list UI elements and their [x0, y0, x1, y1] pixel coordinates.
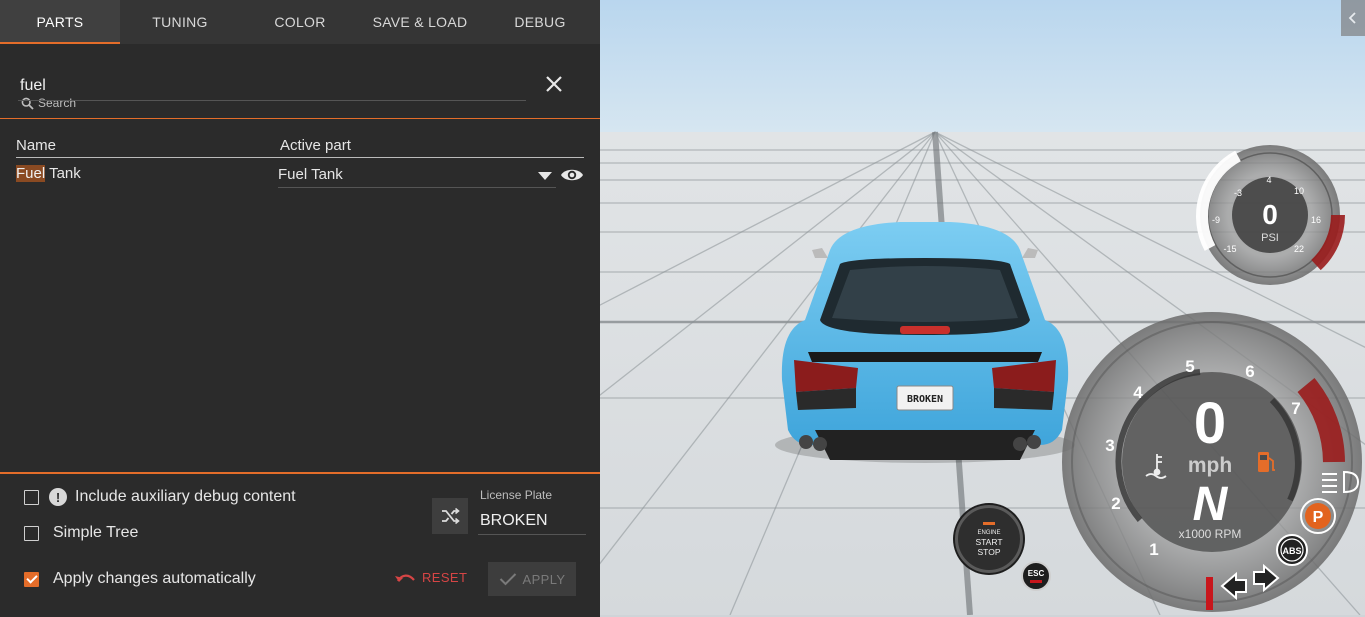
- rpm-tick-label: 6: [1245, 362, 1254, 381]
- engine-button-line3: STOP: [977, 546, 1001, 557]
- include-debug-label: Include auxiliary debug content: [75, 488, 296, 505]
- boost-tick-label: -3: [1234, 188, 1242, 198]
- visibility-toggle-button[interactable]: [560, 165, 584, 185]
- tab-parts[interactable]: PARTS: [0, 0, 120, 44]
- collapse-panel-button[interactable]: [1341, 0, 1365, 36]
- close-icon: [546, 76, 562, 92]
- boost-gauge: -3 4 10 -9 16 -15 22 0 PSI: [1196, 145, 1345, 285]
- part-name-rest: Tank: [45, 165, 81, 182]
- search-highlight: Fuel: [16, 165, 46, 182]
- rpm-tick-label: 3: [1105, 436, 1114, 455]
- license-plate-label: License Plate: [480, 488, 553, 502]
- tab-bar: PARTS TUNING COLOR SAVE & LOAD DEBUG: [0, 0, 600, 44]
- simple-tree-checkbox[interactable]: [24, 525, 39, 541]
- parking-label: P: [1313, 509, 1324, 526]
- apply-auto-label: Apply changes automatically: [53, 570, 256, 587]
- tab-debug[interactable]: DEBUG: [480, 0, 600, 44]
- parking-brake-indicator: P: [1300, 498, 1336, 534]
- tab-save-load[interactable]: SAVE & LOAD: [360, 0, 480, 44]
- sky: [600, 0, 1365, 132]
- speed-unit: mph: [1188, 454, 1232, 477]
- esc-label: ESC: [1027, 569, 1045, 578]
- rpm-tick-label: 1: [1149, 540, 1158, 559]
- esc-button[interactable]: ESC: [1021, 561, 1051, 591]
- table-row: Fuel Tank Fuel Tank: [16, 163, 584, 189]
- options-footer: ! Include auxiliary debug content Simple…: [0, 472, 600, 617]
- car-plate-text: BROKEN: [907, 394, 943, 405]
- apply-label: APPLY: [522, 571, 566, 587]
- clear-search-button[interactable]: [542, 72, 566, 96]
- boost-tick-label: -9: [1212, 215, 1220, 225]
- apply-auto-option[interactable]: Apply changes automatically: [24, 570, 256, 588]
- check-icon: [499, 573, 516, 586]
- reset-label: RESET: [422, 570, 468, 585]
- simple-tree-option[interactable]: Simple Tree: [24, 524, 138, 542]
- boost-unit: PSI: [1261, 232, 1279, 244]
- chevron-down-icon: [538, 172, 552, 180]
- active-part-value: Fuel Tank: [278, 166, 343, 183]
- randomize-plate-button[interactable]: [432, 498, 468, 534]
- tab-tuning[interactable]: TUNING: [120, 0, 240, 44]
- rpm-tick-label: 4: [1133, 383, 1143, 402]
- reset-button[interactable]: RESET: [394, 570, 467, 585]
- undo-icon: [395, 574, 415, 582]
- engine-start-stop-button[interactable]: ENGINE START STOP: [955, 505, 1023, 573]
- engine-button-line2: START: [975, 536, 1003, 547]
- part-name: Fuel Tank: [16, 165, 81, 182]
- rpm-tick-label: 5: [1185, 357, 1194, 376]
- include-debug-option[interactable]: ! Include auxiliary debug content: [24, 488, 296, 506]
- parts-table-header: Name Active part: [16, 137, 584, 158]
- boost-tick-label: 16: [1311, 215, 1321, 225]
- active-part-dropdown[interactable]: Fuel Tank: [278, 163, 556, 188]
- apply-auto-checkbox[interactable]: [24, 571, 39, 587]
- search-input[interactable]: [18, 72, 526, 101]
- chevron-left-icon: [1348, 12, 1356, 24]
- column-header-name: Name: [16, 137, 57, 154]
- apply-button[interactable]: APPLY: [488, 562, 576, 596]
- rpm-tick-label: 7: [1291, 399, 1300, 418]
- parts-panel: PARTS TUNING COLOR SAVE & LOAD DEBUG Sea…: [0, 0, 600, 617]
- abs-label: ABS: [1282, 546, 1301, 556]
- warning-icon: !: [49, 488, 67, 506]
- rpm-tick-label: 2: [1111, 494, 1120, 513]
- tab-color[interactable]: COLOR: [240, 0, 360, 44]
- boost-tick-label: -15: [1223, 244, 1236, 254]
- boost-tick-label: 4: [1266, 175, 1271, 185]
- shuffle-icon: [442, 507, 460, 525]
- license-plate-input[interactable]: [478, 508, 586, 535]
- boost-tick-label: 10: [1294, 186, 1304, 196]
- gear-indicator: N: [1193, 478, 1229, 531]
- esc-indicator-light: [1030, 580, 1042, 583]
- speed-value: 0: [1194, 391, 1226, 456]
- speedometer: 1 2 3 4 5 6 7 0 mph N x1000 RPM: [1062, 312, 1362, 612]
- boost-tick-label: 22: [1294, 244, 1304, 254]
- engine-button-line1: ENGINE: [977, 529, 1001, 536]
- rpm-unit: x1000 RPM: [1179, 527, 1242, 541]
- abs-indicator: ABS: [1276, 534, 1308, 566]
- boost-value: 0: [1262, 199, 1278, 230]
- include-debug-checkbox[interactable]: [24, 489, 39, 505]
- eye-icon: [561, 169, 583, 181]
- simple-tree-label: Simple Tree: [53, 524, 139, 541]
- engine-indicator-light: [983, 521, 995, 525]
- column-header-active-part: Active part: [280, 137, 351, 154]
- game-viewport[interactable]: BROKEN -3 4 10 -9 16 -15 22 0 PSI 1 2 3 …: [600, 0, 1365, 615]
